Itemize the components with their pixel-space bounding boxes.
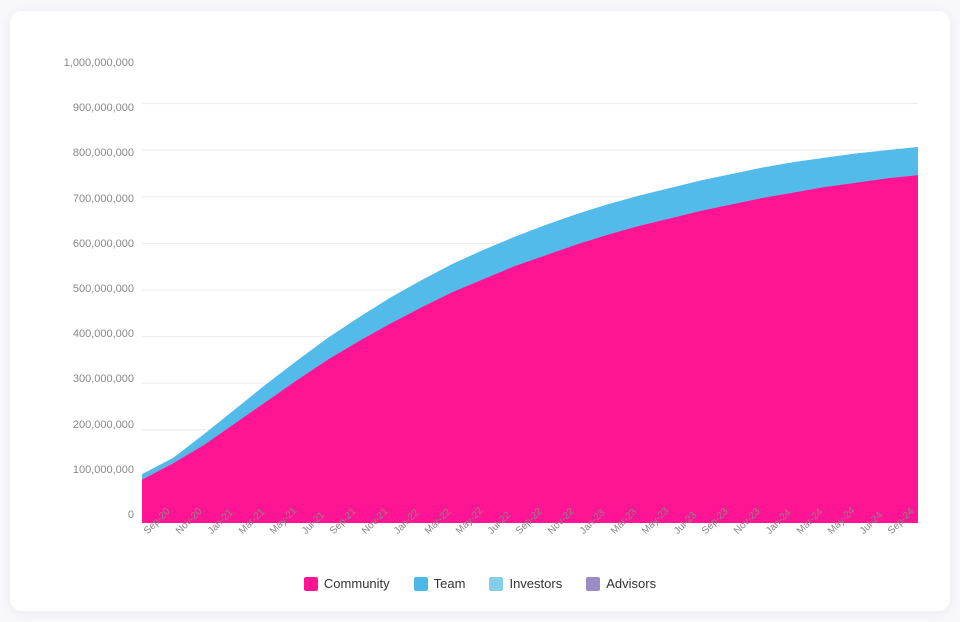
legend-color-swatch	[586, 577, 600, 591]
legend-label: Advisors	[606, 576, 656, 591]
y-axis-label: 100,000,000	[42, 464, 142, 476]
legend-color-swatch	[489, 577, 503, 591]
chart-svg	[142, 57, 918, 523]
legend-item: Community	[304, 576, 390, 591]
legend-color-swatch	[304, 577, 318, 591]
legend-item: Investors	[489, 576, 562, 591]
x-axis: Sep-20Nov-20Jan-21Mar-21May-21Jul-21Sep-…	[142, 523, 918, 540]
legend-label: Community	[324, 576, 390, 591]
chart-area: 1,000,000,000 900,000,000 800,000,000 700,0…	[42, 57, 918, 540]
svg-area	[142, 57, 918, 523]
legend-item: Advisors	[586, 576, 656, 591]
legend-color-swatch	[414, 577, 428, 591]
legend-label: Investors	[509, 576, 562, 591]
y-axis-label: 300,000,000	[42, 373, 142, 385]
chart-container: 1,000,000,000 900,000,000 800,000,000 700,0…	[10, 11, 950, 611]
y-axis-label: 1,000,000,000	[42, 57, 142, 69]
legend-label: Team	[434, 576, 466, 591]
y-axis-label: 800,000,000	[42, 147, 142, 159]
y-axis-label: 700,000,000	[42, 193, 142, 205]
chart-body: 1,000,000,000 900,000,000 800,000,000 700,0…	[42, 57, 918, 523]
y-axis: 1,000,000,000 900,000,000 800,000,000 700,0…	[42, 57, 142, 523]
y-axis-label: 200,000,000	[42, 419, 142, 431]
y-axis-label: 900,000,000	[42, 102, 142, 114]
y-axis-label: 400,000,000	[42, 328, 142, 340]
y-axis-label: 600,000,000	[42, 238, 142, 250]
y-axis-label: 500,000,000	[42, 283, 142, 295]
legend: Community Team Investors Advisors	[42, 576, 918, 591]
legend-item: Team	[414, 576, 466, 591]
y-axis-label: 0	[42, 509, 142, 521]
